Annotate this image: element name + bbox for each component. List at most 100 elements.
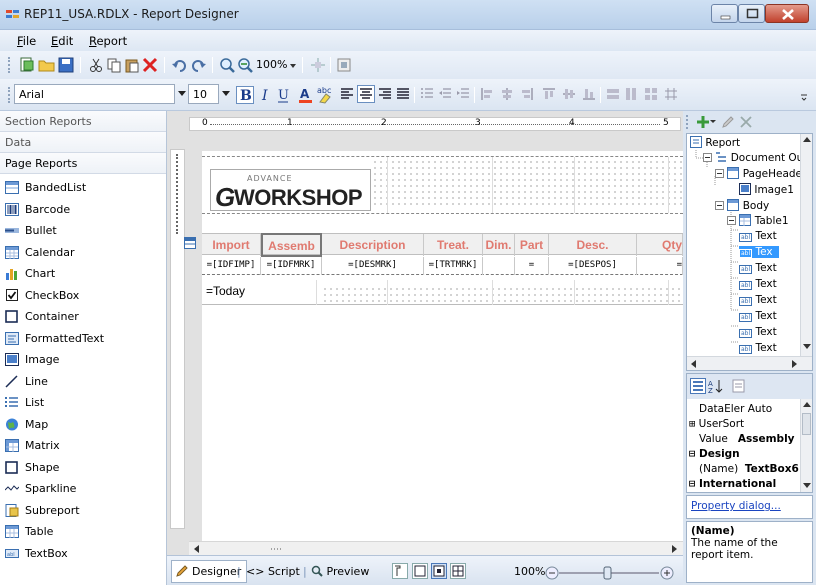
- header-cell-qty[interactable]: Qty: [637, 234, 683, 256]
- chevron-down-icon[interactable]: [710, 119, 716, 125]
- tree-node-pageheader[interactable]: PageHeade: [715, 167, 802, 180]
- two-pages-icon[interactable]: [431, 563, 447, 579]
- size-to-grid-icon[interactable]: [664, 87, 678, 101]
- multi-page-icon[interactable]: [450, 563, 466, 579]
- align-rights-icon[interactable]: [520, 87, 534, 101]
- tool-bullet[interactable]: Bullet: [0, 220, 166, 242]
- header-cell-assemb[interactable]: Assemb: [261, 233, 322, 257]
- page-footer-band[interactable]: =Today: [202, 280, 683, 305]
- tree-node-image1[interactable]: Image1: [739, 183, 794, 196]
- tool-shape[interactable]: Shape: [0, 457, 166, 479]
- tree-node-textbox[interactable]: abl Text: [739, 342, 777, 354]
- collapse-icon[interactable]: [703, 153, 712, 162]
- tab-designer[interactable]: Designer: [171, 560, 248, 583]
- tool-map[interactable]: Map: [0, 414, 166, 436]
- properties-grid[interactable]: AZ DataEler Auto ⊞ UserSort Value Assemb…: [686, 373, 813, 493]
- tab-script[interactable]: <> Script: [246, 565, 300, 578]
- toolbar-grip[interactable]: [8, 57, 11, 73]
- header-cell-treat[interactable]: Treat.: [424, 234, 483, 256]
- scroll-left-icon[interactable]: [691, 360, 696, 368]
- align-right-icon[interactable]: [378, 87, 392, 101]
- font-name-combo[interactable]: Arial: [14, 84, 186, 104]
- tool-bandedlist[interactable]: BandedList: [0, 177, 166, 199]
- cut-icon[interactable]: [88, 57, 104, 73]
- property-dialog-link[interactable]: Property dialog...: [691, 500, 781, 512]
- scroll-thumb-grip-icon[interactable]: [271, 548, 281, 551]
- increase-indent-icon[interactable]: [456, 87, 470, 101]
- scroll-right-icon[interactable]: [672, 545, 678, 553]
- collapse-icon[interactable]: ⊟: [689, 448, 695, 460]
- justify-icon[interactable]: [396, 87, 410, 101]
- zoom-in-icon[interactable]: [219, 57, 235, 73]
- prop-value[interactable]: TextBox6: [745, 463, 799, 475]
- prop-category-international[interactable]: ⊟ International: [689, 478, 776, 490]
- edit-pencil-icon[interactable]: [721, 115, 735, 129]
- outline-horizontal-scrollbar[interactable]: [687, 356, 812, 370]
- tab-preview[interactable]: Preview: [311, 565, 369, 578]
- detail-cell[interactable]: =[DESPOS]: [549, 257, 637, 275]
- document-outline-tree[interactable]: Report Document Outlin PageHeade Image1 …: [686, 133, 813, 371]
- properties-scrollbar[interactable]: [800, 399, 812, 492]
- font-size-combo[interactable]: 10: [188, 84, 230, 104]
- toolbox-section-section-reports[interactable]: Section Reports: [0, 111, 166, 132]
- toolbox-section-page-reports[interactable]: Page Reports: [0, 153, 166, 174]
- scroll-up-icon[interactable]: [803, 137, 811, 142]
- detail-cell[interactable]: =[IDFMRK]: [261, 257, 322, 275]
- menu-file[interactable]: File: [17, 34, 36, 48]
- header-cell-description[interactable]: Description: [322, 234, 424, 256]
- paste-icon[interactable]: [124, 57, 140, 73]
- scroll-down-icon[interactable]: [803, 344, 811, 349]
- delete-x-icon[interactable]: [739, 115, 753, 129]
- align-centers-icon[interactable]: [500, 87, 514, 101]
- snap-grid-icon[interactable]: [310, 57, 326, 73]
- italic-icon[interactable]: I: [258, 86, 274, 104]
- tool-textbox[interactable]: abl TextBox: [0, 543, 166, 565]
- detail-cell[interactable]: =: [515, 257, 549, 275]
- horizontal-scrollbar[interactable]: [189, 541, 683, 555]
- zoom-dropdown-icon[interactable]: [290, 64, 296, 68]
- scroll-down-icon[interactable]: [803, 483, 811, 488]
- collapse-icon[interactable]: [715, 201, 724, 210]
- maximize-button[interactable]: [738, 4, 765, 23]
- tree-node-textbox[interactable]: abl Text: [739, 294, 777, 306]
- toolbar-grip[interactable]: [686, 115, 689, 129]
- prop-value-row[interactable]: Value Assembly: [699, 433, 795, 445]
- header-cell-desc[interactable]: Desc.: [549, 234, 637, 256]
- add-plus-icon[interactable]: [696, 115, 710, 129]
- prop-value[interactable]: Auto: [748, 403, 772, 415]
- delete-icon[interactable]: [142, 57, 158, 73]
- detail-cell[interactable]: =[IDFIMP]: [202, 257, 261, 275]
- tool-formattedtext[interactable]: FormattedText: [0, 328, 166, 350]
- tool-line[interactable]: Line: [0, 371, 166, 393]
- undo-icon[interactable]: [172, 57, 188, 73]
- bullets-icon[interactable]: [420, 87, 434, 101]
- toolbox-section-data[interactable]: Data: [0, 132, 166, 153]
- prop-value[interactable]: Assembly: [738, 433, 795, 445]
- toolbar-grip[interactable]: [8, 87, 11, 103]
- decrease-indent-icon[interactable]: [438, 87, 452, 101]
- scroll-up-icon[interactable]: [803, 402, 811, 407]
- tool-list[interactable]: List: [0, 392, 166, 414]
- categorized-icon[interactable]: [690, 378, 706, 394]
- detail-cell[interactable]: [483, 257, 515, 275]
- tree-node-textbox[interactable]: abl Text: [739, 230, 777, 242]
- single-page-icon[interactable]: [412, 563, 428, 579]
- align-center-icon[interactable]: [357, 85, 375, 103]
- designer-surface[interactable]: 0 1 2 3 4 5 G ADVANCE WORKSHOP Import As…: [167, 111, 683, 585]
- tool-image[interactable]: Image: [0, 349, 166, 371]
- new-report-icon[interactable]: [19, 57, 35, 73]
- collapse-icon[interactable]: ⊟: [689, 478, 695, 490]
- tree-node-report[interactable]: Report: [690, 136, 740, 149]
- tool-container[interactable]: Container: [0, 306, 166, 328]
- report-page[interactable]: G ADVANCE WORKSHOP Import Assemb Descrip…: [184, 151, 683, 547]
- outline-vertical-scrollbar[interactable]: [800, 134, 812, 356]
- copy-icon[interactable]: [106, 57, 122, 73]
- zoom-slider[interactable]: [545, 566, 675, 580]
- tool-subreport[interactable]: Subreport: [0, 500, 166, 522]
- prop-dataelement[interactable]: DataEler Auto: [699, 403, 772, 415]
- underline-icon[interactable]: U: [275, 86, 291, 104]
- toolbar-overflow-icon[interactable]: [800, 91, 808, 101]
- table-handle-icon[interactable]: [184, 237, 196, 249]
- detail-cell[interactable]: =: [637, 257, 683, 275]
- zoom-level[interactable]: 100%: [256, 58, 287, 71]
